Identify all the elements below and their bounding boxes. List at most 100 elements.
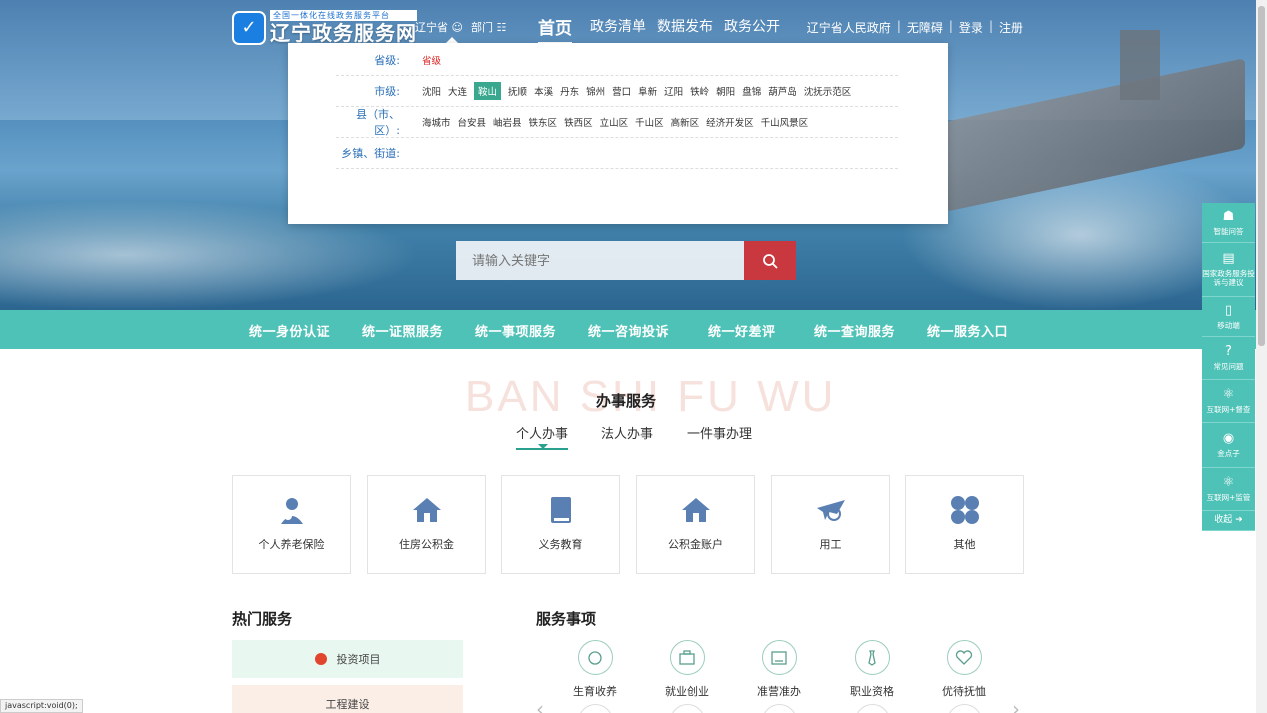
house-icon — [681, 498, 710, 522]
carousel-prev-arrow[interactable]: ‹ — [536, 697, 544, 713]
county-option[interactable]: 千山风景区 — [761, 115, 809, 129]
vertical-scrollbar[interactable] — [1256, 0, 1267, 713]
town-row: 乡镇、街道: — [336, 138, 898, 169]
city-option[interactable]: 铁岭 — [690, 84, 709, 98]
book-icon — [550, 497, 571, 523]
tab-corporate[interactable]: 法人办事 — [601, 423, 653, 442]
status-bar-url: javascript:void(0); — [0, 699, 83, 713]
matter-employment[interactable]: 就业创业 — [652, 640, 722, 699]
city-option[interactable]: 锦州 — [586, 84, 605, 98]
card-employment[interactable]: 用工 — [771, 475, 890, 574]
county-option[interactable]: 铁西区 — [564, 115, 593, 129]
city-option[interactable]: 阜新 — [638, 84, 657, 98]
matter-birth-adoption[interactable]: 生育收养 — [560, 640, 630, 699]
nav-data-release[interactable]: 数据发布 — [657, 16, 713, 36]
float-complaints[interactable]: ▤ 国家政务服务投诉与建议 — [1202, 243, 1255, 297]
page: ✓ 全国一体化在线政务服务平台 辽宁政务服务网 辽宁省 ☺ 部门 ☷ 首页 政务… — [0, 0, 1267, 713]
unified-services-bar: 统一身份认证 统一证照服务 统一事项服务 统一咨询投诉 统一好差评 统一查询服务… — [0, 310, 1267, 349]
nav-home[interactable]: 首页 — [538, 14, 572, 44]
card-pension[interactable]: 个人养老保险 — [232, 475, 351, 574]
location-icon: ☺ — [451, 21, 463, 34]
county-option[interactable]: 岫岩县 — [493, 115, 522, 129]
nav-government-openness[interactable]: 政务公开 — [724, 16, 780, 36]
certificate-icon — [771, 650, 787, 665]
city-row: 市级: 沈阳 大连 鞍山 抚顺 本溪 丹东 锦州 营口 阜新 辽阳 铁岭 朝阳 盘锦 葫芦岛 沈抚示范区 — [336, 76, 898, 107]
card-housing-fund[interactable]: 住房公积金 — [367, 475, 486, 574]
card-label: 用工 — [819, 538, 842, 551]
link-accessibility[interactable]: 无障碍 — [907, 19, 943, 36]
float-ideas[interactable]: ◉ 金点子 — [1202, 423, 1255, 468]
city-option[interactable]: 抚顺 — [508, 84, 527, 98]
scroll-thumb[interactable] — [1258, 6, 1265, 346]
teal-item-query[interactable]: 统一查询服务 — [814, 321, 895, 340]
matter-label: 职业资格 — [850, 685, 894, 698]
hot-services-title: 热门服务 — [232, 610, 293, 628]
link-provincial-government[interactable]: 辽宁省人民政府 — [807, 19, 891, 36]
logo-icon: ✓ — [232, 10, 266, 45]
matter-label: 就业创业 — [665, 685, 709, 698]
city-option[interactable]: 营口 — [612, 84, 631, 98]
county-option[interactable]: 铁东区 — [529, 115, 558, 129]
services-title: 办事服务 — [596, 392, 657, 410]
county-option[interactable]: 台安县 — [458, 115, 487, 129]
matter-qualification[interactable]: 职业资格 — [837, 640, 907, 699]
county-option[interactable]: 经济开发区 — [706, 115, 754, 129]
teal-item-rating[interactable]: 统一好差评 — [708, 321, 776, 340]
province-option[interactable]: 省级 — [422, 53, 441, 67]
county-option[interactable]: 立山区 — [600, 115, 629, 129]
carousel-next-arrow[interactable]: › — [1012, 697, 1020, 713]
city-option[interactable]: 本溪 — [534, 84, 553, 98]
teal-item-license[interactable]: 统一证照服务 — [362, 321, 443, 340]
matter-licensing[interactable]: 准营准办 — [744, 640, 814, 699]
city-option[interactable]: 丹东 — [560, 84, 579, 98]
link-login[interactable]: 登录 — [959, 19, 983, 36]
province-row: 省级: 省级 — [336, 45, 898, 76]
logo-subtitle: 全国一体化在线政务服务平台 — [270, 10, 417, 21]
float-supervision[interactable]: ⚛ 互联网+监管 — [1202, 468, 1255, 511]
logo-title: 辽宁政务服务网 — [270, 21, 417, 45]
matter-row2-icon[interactable] — [670, 704, 705, 713]
float-smart-qa[interactable]: ☗ 智能问答 — [1202, 203, 1255, 243]
city-option[interactable]: 沈阳 — [422, 84, 441, 98]
county-option[interactable]: 高新区 — [671, 115, 700, 129]
hot-item-investment[interactable]: 投资项目 — [232, 640, 463, 678]
nav-policy-list[interactable]: 政务清单 — [590, 16, 646, 36]
city-option[interactable]: 辽阳 — [664, 84, 683, 98]
department-selector[interactable]: 部门 ☷ — [471, 19, 506, 35]
float-collapse-button[interactable]: 收起 ➜ — [1202, 511, 1255, 531]
search-button[interactable] — [744, 241, 796, 280]
matter-row2-icon[interactable] — [578, 704, 613, 713]
person-icon — [280, 498, 303, 524]
matter-row2-icon[interactable] — [762, 704, 797, 713]
city-option[interactable]: 葫芦岛 — [768, 84, 797, 98]
county-option[interactable]: 千山区 — [635, 115, 664, 129]
teal-item-entry[interactable]: 统一服务入口 — [927, 321, 1008, 340]
matter-row2-icon[interactable] — [855, 704, 890, 713]
city-option[interactable]: 朝阳 — [716, 84, 735, 98]
tab-one-thing[interactable]: 一件事办理 — [687, 423, 752, 442]
matter-preferential[interactable]: 优待抚恤 — [929, 640, 999, 699]
card-education[interactable]: 义务教育 — [501, 475, 620, 574]
teal-item-matters[interactable]: 统一事项服务 — [475, 321, 556, 340]
link-register[interactable]: 注册 — [999, 19, 1023, 36]
phone-icon: ▯ — [1224, 302, 1233, 318]
county-row: 县（市、区）: 海城市 台安县 岫岩县 铁东区 铁西区 立山区 千山区 高新区 经济开发区 千山风… — [336, 107, 898, 138]
site-logo[interactable]: ✓ 全国一体化在线政务服务平台 辽宁政务服务网 — [232, 10, 417, 45]
card-fund-account[interactable]: 公积金账户 — [636, 475, 755, 574]
region-selector[interactable]: 辽宁省 ☺ — [415, 19, 463, 35]
teal-item-identity[interactable]: 统一身份认证 — [249, 321, 330, 340]
float-mobile[interactable]: ▯ 移动端 — [1202, 297, 1255, 337]
city-option[interactable]: 鞍山 — [474, 82, 502, 100]
city-option[interactable]: 沈抚示范区 — [804, 84, 852, 98]
card-other[interactable]: 其他 — [905, 475, 1024, 574]
county-option[interactable]: 海城市 — [422, 115, 451, 129]
search-input[interactable] — [456, 241, 744, 280]
float-faq[interactable]: ? 常见问题 — [1202, 337, 1255, 380]
matter-row2-icon[interactable] — [947, 704, 982, 713]
city-option[interactable]: 大连 — [448, 84, 467, 98]
house-icon — [412, 498, 441, 522]
teal-item-consult[interactable]: 统一咨询投诉 — [588, 321, 669, 340]
hot-item-construction[interactable]: 工程建设 — [232, 685, 463, 713]
city-option[interactable]: 盘锦 — [742, 84, 761, 98]
float-inspection[interactable]: ⚛ 互联网+督查 — [1202, 380, 1255, 423]
